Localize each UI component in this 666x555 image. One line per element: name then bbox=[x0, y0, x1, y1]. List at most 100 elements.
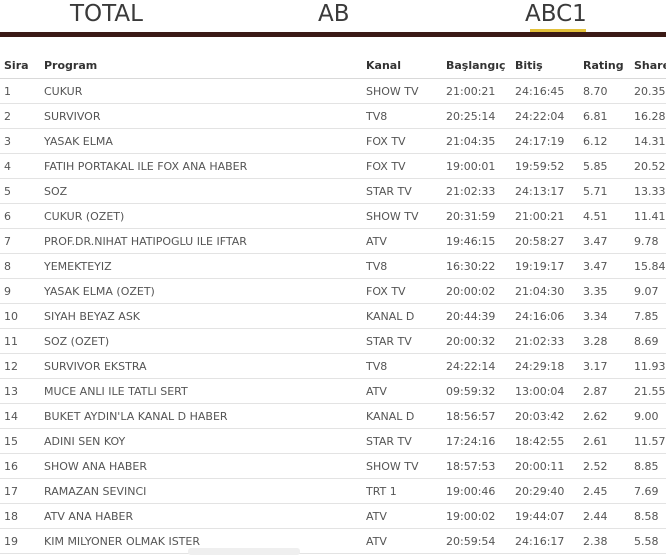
cell-baslangic: 16:30:22 bbox=[446, 253, 515, 279]
cell-sira: 2 bbox=[0, 103, 44, 129]
header-divider bbox=[0, 32, 666, 37]
cell-share: 20.35 bbox=[634, 78, 666, 104]
cell-program: CUKUR (OZET) bbox=[44, 203, 366, 229]
tab-abc1[interactable]: ABC1 bbox=[525, 0, 587, 28]
cell-bitis: 21:02:33 bbox=[515, 328, 583, 354]
cell-baslangic: 17:24:16 bbox=[446, 428, 515, 454]
cell-bitis: 24:16:17 bbox=[515, 528, 583, 554]
cell-baslangic: 20:59:54 bbox=[446, 528, 515, 554]
cell-rating: 2.87 bbox=[583, 378, 634, 404]
cell-sira: 18 bbox=[0, 503, 44, 529]
cell-sira: 10 bbox=[0, 303, 44, 329]
column-header-bitis[interactable]: Bitiş bbox=[515, 52, 583, 79]
table-row[interactable]: 12 SURVIVOR EKSTRA TV8 24:22:14 24:29:18 3.17… bbox=[0, 353, 666, 379]
cell-baslangic: 20:00:02 bbox=[446, 278, 515, 304]
cell-share: 8.58 bbox=[634, 503, 666, 529]
cell-sira: 14 bbox=[0, 403, 44, 429]
cell-share: 11.41 bbox=[634, 203, 666, 229]
table-header: Sira Program Kanal Başlangıç Bitiş Ratin… bbox=[0, 52, 666, 79]
cell-kanal: FOX TV bbox=[366, 128, 446, 154]
table-row[interactable]: 4 FATIH PORTAKAL ILE FOX ANA HABER FOX TV 1… bbox=[0, 153, 666, 179]
table-row[interactable]: 10 SIYAH BEYAZ ASK KANAL D 20:44:39 24:16:06… bbox=[0, 303, 666, 329]
ratings-table: Sira Program Kanal Başlangıç Bitiş Ratin… bbox=[0, 52, 666, 554]
table-row[interactable]: 16 SHOW ANA HABER SHOW TV 18:57:53 20:00:11 2… bbox=[0, 453, 666, 479]
cell-share: 5.58 bbox=[634, 528, 666, 554]
table-row[interactable]: 6 CUKUR (OZET) SHOW TV 20:31:59 21:00:21 4.51… bbox=[0, 203, 666, 229]
column-header-share[interactable]: Share bbox=[634, 52, 666, 79]
cell-kanal: FOX TV bbox=[366, 153, 446, 179]
cell-rating: 3.47 bbox=[583, 253, 634, 279]
cell-rating: 3.17 bbox=[583, 353, 634, 379]
cell-sira: 1 bbox=[0, 78, 44, 104]
cell-sira: 5 bbox=[0, 178, 44, 204]
cell-program: ATV ANA HABER bbox=[44, 503, 366, 529]
table-row[interactable]: 2 SURVIVOR TV8 20:25:14 24:22:04 6.81 16.28 bbox=[0, 103, 666, 129]
cell-kanal: SHOW TV bbox=[366, 78, 446, 104]
column-header-kanal[interactable]: Kanal bbox=[366, 52, 446, 79]
table-row[interactable]: 7 PROF.DR.NIHAT HATIPOGLU ILE IFTAR ATV 19:… bbox=[0, 228, 666, 254]
cell-baslangic: 20:00:32 bbox=[446, 328, 515, 354]
cell-rating: 2.62 bbox=[583, 403, 634, 429]
cell-kanal: STAR TV bbox=[366, 428, 446, 454]
column-header-rating[interactable]: Rating bbox=[583, 52, 634, 79]
cell-kanal: STAR TV bbox=[366, 178, 446, 204]
cell-kanal: TV8 bbox=[366, 103, 446, 129]
cell-share: 7.85 bbox=[634, 303, 666, 329]
cell-bitis: 19:44:07 bbox=[515, 503, 583, 529]
table-row[interactable]: 5 SOZ STAR TV 21:02:33 24:13:17 5.71 13.33 bbox=[0, 178, 666, 204]
table-row[interactable]: 8 YEMEKTEYIZ TV8 16:30:22 19:19:17 3.47 15.84 bbox=[0, 253, 666, 279]
cell-kanal: KANAL D bbox=[366, 303, 446, 329]
cell-sira: 6 bbox=[0, 203, 44, 229]
cell-rating: 2.45 bbox=[583, 478, 634, 504]
cell-program: MUCE ANLI ILE TATLI SERT bbox=[44, 378, 366, 404]
cell-rating: 6.12 bbox=[583, 128, 634, 154]
table-row[interactable]: 14 BUKET AYDIN'LA KANAL D HABER KANAL D 18:… bbox=[0, 403, 666, 429]
cell-share: 20.52 bbox=[634, 153, 666, 179]
cell-share: 9.78 bbox=[634, 228, 666, 254]
cell-program: YASAK ELMA (OZET) bbox=[44, 278, 366, 304]
table-row[interactable]: 3 YASAK ELMA FOX TV 21:04:35 24:17:19 6.12 14.… bbox=[0, 128, 666, 154]
cell-sira: 9 bbox=[0, 278, 44, 304]
cell-rating: 2.61 bbox=[583, 428, 634, 454]
cell-program: SOZ bbox=[44, 178, 366, 204]
cell-bitis: 21:00:21 bbox=[515, 203, 583, 229]
column-header-baslangic[interactable]: Başlangıç bbox=[446, 52, 515, 79]
cell-share: 16.28 bbox=[634, 103, 666, 129]
cell-program: FATIH PORTAKAL ILE FOX ANA HABER bbox=[44, 153, 366, 179]
table-row[interactable]: 18 ATV ANA HABER ATV 19:00:02 19:44:07 2.44 8.… bbox=[0, 503, 666, 529]
cell-baslangic: 18:57:53 bbox=[446, 453, 515, 479]
cell-bitis: 24:22:04 bbox=[515, 103, 583, 129]
table-header-row: Sira Program Kanal Başlangıç Bitiş Ratin… bbox=[0, 52, 666, 79]
cell-rating: 3.28 bbox=[583, 328, 634, 354]
cell-bitis: 20:29:40 bbox=[515, 478, 583, 504]
tab-ab[interactable]: AB bbox=[318, 0, 350, 28]
tab-total[interactable]: TOTAL bbox=[70, 0, 143, 28]
cell-bitis: 21:04:30 bbox=[515, 278, 583, 304]
column-header-sira[interactable]: Sira bbox=[0, 52, 44, 79]
table-row[interactable]: 19 KIM MILYONER OLMAK ISTER ATV 20:59:54 24:… bbox=[0, 528, 666, 554]
cell-rating: 2.38 bbox=[583, 528, 634, 554]
cell-kanal: ATV bbox=[366, 503, 446, 529]
column-header-program[interactable]: Program bbox=[44, 52, 366, 79]
cell-sira: 17 bbox=[0, 478, 44, 504]
table-row[interactable]: 1 CUKUR SHOW TV 21:00:21 24:16:45 8.70 20.35 bbox=[0, 78, 666, 104]
table-row[interactable]: 17 RAMAZAN SEVINCI TRT 1 19:00:46 20:29:40 2.… bbox=[0, 478, 666, 504]
table-row[interactable]: 9 YASAK ELMA (OZET) FOX TV 20:00:02 21:04:30… bbox=[0, 278, 666, 304]
cell-kanal: FOX TV bbox=[366, 278, 446, 304]
table-row[interactable]: 11 SOZ (OZET) STAR TV 20:00:32 21:02:33 3.28 8… bbox=[0, 328, 666, 354]
cell-baslangic: 20:31:59 bbox=[446, 203, 515, 229]
cell-share: 8.85 bbox=[634, 453, 666, 479]
cell-bitis: 24:13:17 bbox=[515, 178, 583, 204]
cell-baslangic: 19:00:02 bbox=[446, 503, 515, 529]
cell-program: SURVIVOR EKSTRA bbox=[44, 353, 366, 379]
cell-rating: 3.47 bbox=[583, 228, 634, 254]
cell-share: 15.84 bbox=[634, 253, 666, 279]
horizontal-scrollbar[interactable] bbox=[188, 548, 300, 555]
cell-rating: 3.35 bbox=[583, 278, 634, 304]
cell-baslangic: 19:00:46 bbox=[446, 478, 515, 504]
cell-program: CUKUR bbox=[44, 78, 366, 104]
cell-sira: 15 bbox=[0, 428, 44, 454]
table-row[interactable]: 13 MUCE ANLI ILE TATLI SERT ATV 09:59:32 13:… bbox=[0, 378, 666, 404]
table-row[interactable]: 15 ADINI SEN KOY STAR TV 17:24:16 18:42:55 2.… bbox=[0, 428, 666, 454]
cell-baslangic: 09:59:32 bbox=[446, 378, 515, 404]
